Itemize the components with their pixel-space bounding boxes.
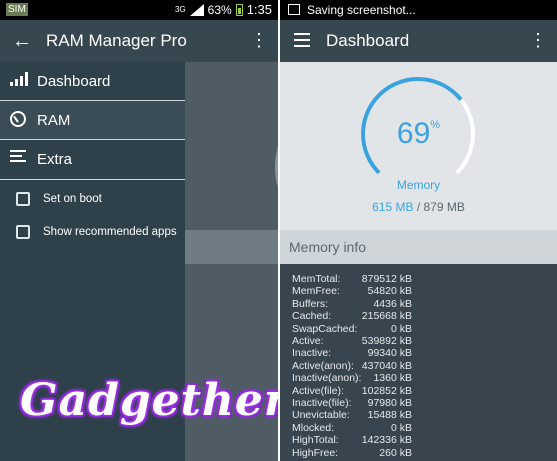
memory-info-key: MemFree:	[292, 285, 340, 298]
memory-info-header: Memory info	[280, 230, 557, 264]
signal-label: 3G	[174, 5, 186, 14]
status-indicators: 3G 63% 1:35	[175, 2, 272, 17]
sim-icon: SIM	[6, 3, 28, 16]
memory-total: 879 MB	[423, 200, 465, 214]
drawer-item-label: Extra	[37, 150, 73, 168]
memory-info-key: Active(anon):	[292, 359, 354, 372]
drawer-item-label: Dashboard	[37, 72, 111, 90]
watermark-logo: Gadgethero	[20, 375, 278, 426]
more-vert-icon[interactable]: ⋮	[529, 30, 547, 51]
checkbox-box[interactable]	[16, 192, 30, 206]
memory-percent-value: 69	[396, 117, 431, 150]
memory-used: 615 MB	[372, 200, 414, 214]
image-icon	[288, 4, 300, 15]
clock: 1:35	[246, 2, 272, 17]
drawer-item-extra[interactable]: Extra	[0, 140, 185, 178]
memory-info-value: 0 kB	[390, 322, 412, 335]
memory-dashboard: 69% Memory 615 MB / 879 MB	[280, 62, 557, 230]
memory-info-value: 102852 kB	[361, 384, 412, 397]
notification-text: Saving screenshot...	[307, 3, 416, 17]
memory-info-value: 539892 kB	[361, 335, 412, 347]
memory-info-key: MemTotal:	[292, 273, 341, 285]
memory-info-row: SwapCached: 0 kB	[292, 323, 532, 335]
memory-info-value: 1360 kB	[373, 372, 412, 385]
list-icon	[10, 150, 28, 168]
memory-info-row: Cached: 215668 kB	[292, 310, 532, 322]
app-bar: Dashboard ⋮	[280, 20, 557, 62]
memory-info-value: 260 kB	[379, 446, 412, 459]
memory-info-row: Unevictable: 15488 kB	[292, 409, 532, 421]
status-bar: SIM 3G 63% 1:35	[0, 0, 278, 20]
memory-info-row: HighTotal: 142336 kB	[292, 434, 532, 446]
memory-info-row: Active: 539892 kB	[292, 335, 532, 347]
checkbox-label: Set on boot	[43, 193, 102, 205]
drawer-item-label: RAM	[37, 111, 71, 129]
memory-info-value: 215668 kB	[361, 310, 412, 323]
checkbox-label: Show recommended apps	[43, 226, 177, 238]
memory-percent: 69%	[280, 117, 557, 151]
drawer-item-dashboard[interactable]: Dashboard	[0, 62, 185, 100]
percent-sign: %	[430, 119, 441, 131]
memory-info-row: HighFree: 260 kB	[292, 447, 532, 459]
memory-info-key: HighTotal:	[292, 434, 339, 447]
more-vert-icon[interactable]: ⋮	[250, 30, 268, 51]
memory-info-row: Active(anon): 437040 kB	[292, 360, 532, 372]
memory-usage: 615 MB / 879 MB	[280, 200, 557, 214]
memory-info-key: Buffers:	[292, 297, 328, 310]
memory-info-key: Unevictable:	[292, 409, 350, 422]
memory-info-value: 4436 kB	[373, 297, 412, 310]
memory-info-value: 97980 kB	[367, 397, 412, 409]
memory-info-row: Inactive(file): 97980 kB	[292, 397, 532, 409]
memory-info-value: 99340 kB	[367, 347, 412, 360]
memory-info-value: 437040 kB	[361, 359, 412, 372]
memory-info-key: Active(file):	[292, 384, 344, 397]
signal-icon	[189, 3, 204, 16]
memory-info-list: MemTotal: 879512 kB MemFree: 54820 kB Buffer…	[280, 264, 557, 461]
page-title: Dashboard	[326, 31, 410, 50]
memory-info-key: Inactive:	[292, 347, 332, 360]
right-screenshot-pane: Saving screenshot... Dashboard ⋮ 69% Mem…	[280, 0, 557, 461]
memory-info-key: Cached:	[292, 310, 332, 323]
memory-info-value: 879512 kB	[361, 273, 412, 285]
memory-info-key: SwapCached:	[292, 322, 358, 335]
memory-info-row: MemFree: 54820 kB	[292, 285, 532, 297]
drawer-divider	[0, 179, 185, 180]
hamburger-menu-icon[interactable]	[294, 33, 310, 51]
memory-info-row: Inactive(anon): 1360 kB	[292, 372, 532, 384]
memory-info-row: Mlocked: 0 kB	[292, 422, 532, 434]
memory-info-row: Inactive: 99340 kB	[292, 347, 532, 359]
memory-info-title: Memory info	[289, 239, 367, 255]
show-recommended-apps-checkbox[interactable]: Show recommended apps	[16, 225, 177, 239]
memory-info-value: 0 kB	[390, 421, 412, 434]
memory-info-row: MemTotal: 879512 kB	[292, 273, 532, 285]
bar-chart-icon	[10, 72, 28, 90]
memory-info-value: 15488 kB	[367, 409, 412, 422]
app-title: RAM Manager Pro	[46, 31, 187, 50]
checkbox-box[interactable]	[16, 225, 30, 239]
memory-label: Memory	[396, 178, 441, 192]
battery-icon	[235, 3, 243, 16]
arrow-back-icon[interactable]: ←	[12, 30, 32, 53]
memory-info-key: Inactive(file):	[292, 397, 352, 409]
status-bar: Saving screenshot...	[280, 0, 557, 20]
dimmed-header-bar	[185, 230, 278, 264]
memory-info-value: 142336 kB	[361, 434, 412, 447]
memory-info-value: 54820 kB	[367, 285, 412, 298]
memory-separator: /	[413, 200, 424, 214]
memory-info-key: Inactive(anon):	[292, 372, 362, 385]
memory-info-row: Active(file): 102852 kB	[292, 385, 532, 397]
memory-info-key: Active:	[292, 335, 324, 347]
app-bar: ← RAM Manager Pro ⋮	[0, 20, 278, 62]
memory-info-key: Mlocked:	[292, 421, 335, 434]
drawer-item-ram[interactable]: RAM	[0, 101, 185, 139]
battery-percent: 63%	[207, 2, 232, 17]
memory-info-key: HighFree:	[292, 446, 339, 459]
set-on-boot-checkbox[interactable]: Set on boot	[16, 192, 102, 206]
left-screenshot-pane: SIM 3G 63% 1:35 ← RAM Manager Pro ⋮ Dash…	[0, 0, 278, 461]
gauge-icon	[10, 111, 28, 129]
memory-info-row: Buffers: 4436 kB	[292, 298, 532, 310]
